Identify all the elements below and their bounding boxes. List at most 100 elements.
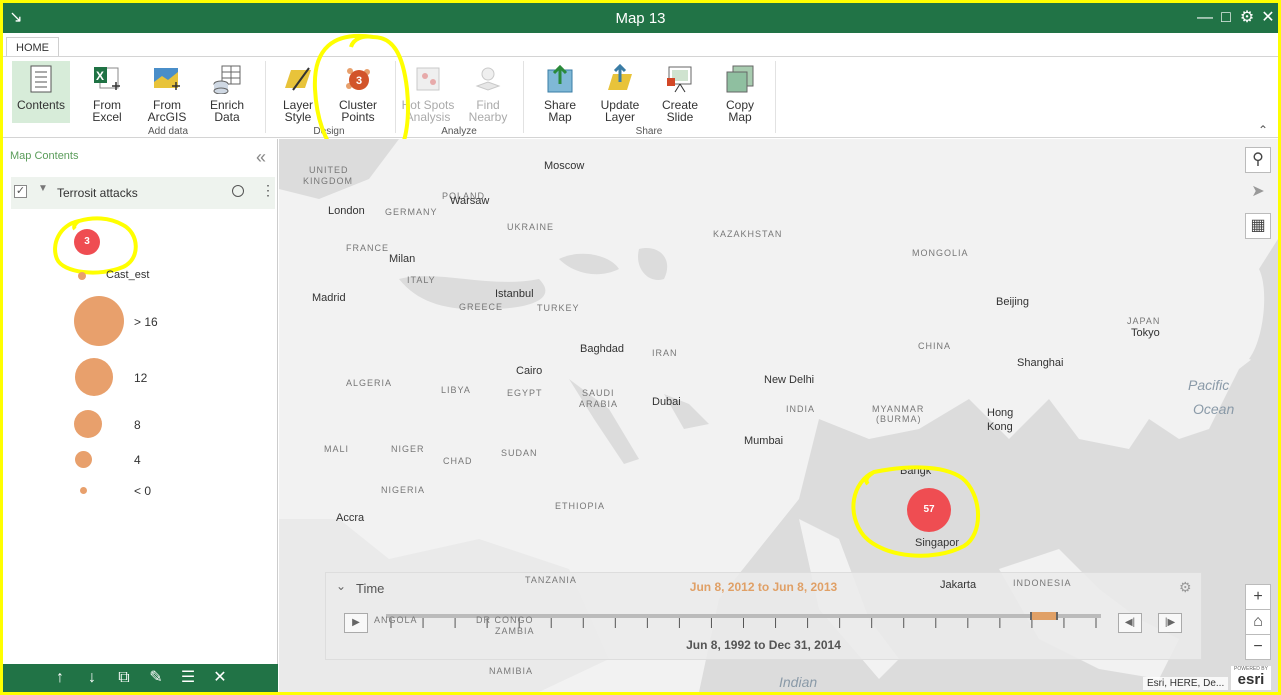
group-add-data-label: Add data (147, 126, 189, 137)
from-excel-button[interactable]: X From Excel (78, 61, 136, 123)
full-time-range: Jun 8, 1992 to Dec 31, 2014 (686, 638, 841, 652)
country-label: FRANCE (346, 243, 390, 253)
copy-layer-icon[interactable]: ⧉ (115, 669, 133, 687)
country-label: ZAMBIA (495, 626, 535, 636)
city-label: Shanghai (1017, 357, 1064, 369)
country-label: SAUDI (582, 388, 615, 398)
ocean-label: Indian (779, 674, 818, 690)
map-attribution[interactable]: Esri, HERE, De... (1143, 677, 1229, 690)
from-arcgis-button[interactable]: From ArcGIS (138, 61, 196, 123)
group-analyze-label: Analyze (441, 126, 477, 137)
city-label: Dubai (652, 396, 681, 408)
minimize-icon[interactable]: — (1196, 9, 1214, 27)
home-button[interactable]: ⌂ (1245, 609, 1271, 635)
city-label: Beijing (996, 296, 1030, 308)
country-label: INDONESIA (1013, 578, 1072, 588)
copy-map-label-2: Map (728, 110, 752, 124)
city-label: Istanbul (495, 288, 534, 300)
legend-symbol-s (75, 451, 92, 468)
contents-label: Contents (16, 98, 66, 112)
create-slide-button[interactable]: Create Slide (651, 61, 709, 123)
country-label: TURKEY (537, 303, 580, 313)
maximize-icon[interactable]: □ (1217, 9, 1235, 27)
country-label: UNITED (309, 165, 349, 175)
move-down-icon[interactable]: ↓ (83, 669, 101, 687)
ocean-label: Ocean (1193, 401, 1235, 417)
from-excel-label-2: Excel (92, 110, 122, 124)
country-label: JAPAN (1127, 316, 1161, 326)
share-map-button[interactable]: Share Map (531, 61, 589, 123)
country-label: (BURMA) (876, 414, 922, 424)
country-label: INDIA (786, 404, 816, 414)
country-label: KINGDOM (303, 176, 354, 186)
step-back-button[interactable]: ◀| (1118, 613, 1142, 633)
update-layer-button[interactable]: Update Layer (591, 61, 649, 123)
clock-icon[interactable] (232, 185, 244, 197)
esri-logo[interactable]: POWERED BY esri (1231, 666, 1271, 690)
country-label: ANGOLA (374, 615, 418, 625)
title-bar: ↘ Map 13 — □ ⚙ ✕ (3, 3, 1278, 33)
country-label: EGYPT (507, 388, 543, 398)
search-map-icon[interactable]: ⚲ (1245, 147, 1271, 173)
country-label: NIGER (391, 444, 425, 454)
contents-button[interactable]: Contents (12, 61, 70, 123)
map-contents-panel: Map Contents « ✓ ▼ Terrosit attacks ⋮ 3 … (3, 139, 278, 664)
close-icon[interactable]: ✕ (1259, 9, 1277, 27)
legend-label: 4 (134, 453, 141, 467)
time-selection-handle[interactable] (1029, 612, 1059, 620)
country-label: CHAD (443, 456, 473, 466)
window-title: Map 13 (615, 10, 666, 27)
step-forward-button[interactable]: |▶ (1158, 613, 1182, 633)
legend-label: 12 (134, 371, 148, 385)
map-view[interactable]: UNITED KINGDOM London POLAND Warsaw GERM… (279, 139, 1278, 692)
country-label: MONGOLIA (912, 248, 969, 258)
zoom-out-button[interactable]: − (1245, 634, 1271, 660)
city-label: Milan (389, 253, 416, 265)
svg-text:X: X (96, 69, 104, 83)
play-button[interactable]: ▶ (344, 613, 368, 633)
expand-triangle-icon[interactable]: ▼ (38, 183, 48, 194)
country-label: KAZAKHSTAN (713, 229, 783, 239)
country-label: ALGERIA (346, 378, 393, 388)
city-label: Jakarta (940, 579, 977, 591)
country-label: LIBYA (441, 385, 471, 395)
layer-row[interactable]: ✓ ▼ Terrosit attacks ⋮ (11, 177, 275, 209)
collapse-panel-icon[interactable]: « (256, 147, 266, 168)
remove-layer-icon[interactable]: ✕ (211, 669, 229, 687)
time-settings-icon[interactable]: ⚙ (1179, 579, 1192, 596)
highlight-cluster-marker (851, 465, 980, 558)
country-label: GREECE (459, 302, 504, 312)
group-share-label: Share (635, 126, 663, 137)
country-label: GERMANY (385, 207, 438, 217)
layer-visibility-checkbox[interactable]: ✓ (14, 185, 27, 198)
city-label: London (328, 205, 365, 217)
zoom-in-button[interactable]: + (1245, 584, 1271, 610)
excel-icon: X (94, 67, 120, 90)
list-icon[interactable]: ☰ (179, 669, 197, 687)
gear-icon[interactable]: ⚙ (1238, 9, 1256, 27)
enrich-data-label-2: Data (214, 110, 240, 124)
basemap-icon[interactable]: ▦ (1245, 213, 1271, 239)
update-layer-icon (608, 64, 632, 90)
country-label: TANZANIA (525, 575, 577, 585)
move-up-icon[interactable]: ↑ (51, 669, 69, 687)
layer-menu-icon[interactable]: ⋮ (261, 182, 275, 199)
panel-toolbar: ↑ ↓ ⧉ ✎ ☰ ✕ (3, 664, 278, 692)
tab-home[interactable]: HOME (6, 37, 59, 58)
share-map-label-2: Map (548, 110, 572, 124)
city-label: New Delhi (764, 374, 815, 386)
country-label: ETHIOPIA (555, 501, 606, 511)
country-label: NAMIBIA (489, 666, 534, 676)
rename-layer-icon[interactable]: ✎ (147, 669, 165, 687)
find-nearby-button[interactable]: Find Nearby (459, 61, 517, 123)
legend-field-name: Cast_est (106, 269, 150, 281)
city-label: Warsaw (450, 195, 490, 207)
legend-field-dot (78, 272, 86, 280)
country-label: NIGERIA (381, 485, 426, 495)
esri-logo-text: esri (1237, 671, 1265, 688)
city-label: Mumbai (744, 435, 784, 447)
copy-map-button[interactable]: Copy Map (711, 61, 769, 123)
enrich-data-button[interactable]: Enrich Data (198, 61, 256, 123)
collapse-ribbon-icon[interactable]: ⌃ (1258, 123, 1268, 137)
select-pointer-icon[interactable]: ➤ (1245, 180, 1271, 206)
